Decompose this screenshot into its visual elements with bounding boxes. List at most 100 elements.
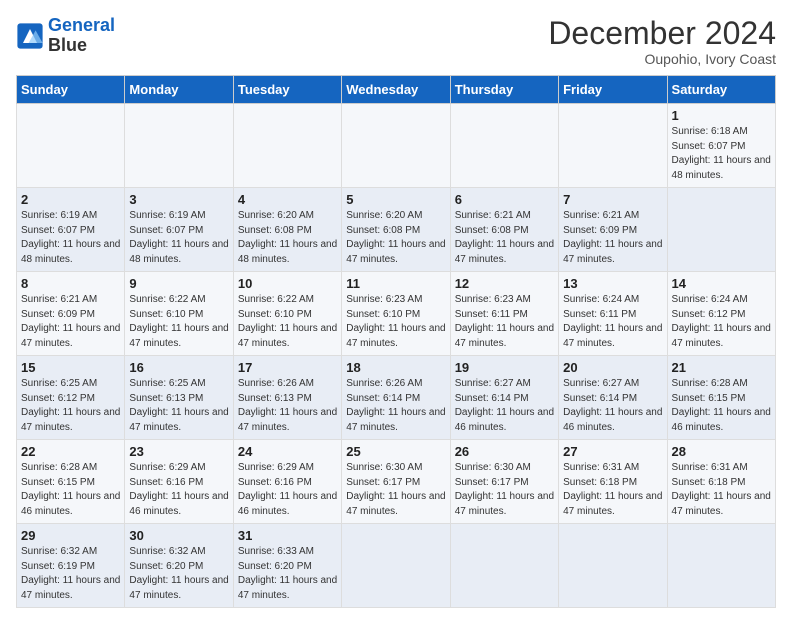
- calendar-day-cell: 24 Sunrise: 6:29 AMSunset: 6:16 PMDaylig…: [233, 440, 341, 524]
- day-detail: Sunrise: 6:25 AMSunset: 6:12 PMDaylight:…: [21, 377, 120, 435]
- logo-text: General Blue: [48, 16, 115, 56]
- day-number: 26: [455, 444, 554, 459]
- day-detail: Sunrise: 6:21 AMSunset: 6:08 PMDaylight:…: [455, 209, 554, 267]
- calendar-day-header: Tuesday: [233, 76, 341, 104]
- calendar-day-cell: [667, 524, 775, 608]
- day-detail: Sunrise: 6:23 AMSunset: 6:11 PMDaylight:…: [455, 293, 554, 351]
- day-detail: Sunrise: 6:32 AMSunset: 6:20 PMDaylight:…: [129, 545, 228, 603]
- day-detail: Sunrise: 6:32 AMSunset: 6:19 PMDaylight:…: [21, 545, 120, 603]
- day-detail: Sunrise: 6:27 AMSunset: 6:14 PMDaylight:…: [563, 377, 662, 435]
- calendar-day-cell: 30 Sunrise: 6:32 AMSunset: 6:20 PMDaylig…: [125, 524, 233, 608]
- day-number: 20: [563, 360, 662, 375]
- calendar-day-cell: 27 Sunrise: 6:31 AMSunset: 6:18 PMDaylig…: [559, 440, 667, 524]
- calendar-day-cell: 21 Sunrise: 6:28 AMSunset: 6:15 PMDaylig…: [667, 356, 775, 440]
- day-number: 2: [21, 192, 120, 207]
- calendar-day-cell: 13 Sunrise: 6:24 AMSunset: 6:11 PMDaylig…: [559, 272, 667, 356]
- calendar-day-cell: [342, 524, 450, 608]
- calendar-title: December 2024: [548, 16, 776, 51]
- calendar-empty-cell: [233, 104, 341, 188]
- day-detail: Sunrise: 6:29 AMSunset: 6:16 PMDaylight:…: [238, 461, 337, 519]
- day-detail: Sunrise: 6:30 AMSunset: 6:17 PMDaylight:…: [455, 461, 554, 519]
- day-detail: Sunrise: 6:24 AMSunset: 6:12 PMDaylight:…: [672, 293, 771, 351]
- calendar-day-cell: 19 Sunrise: 6:27 AMSunset: 6:14 PMDaylig…: [450, 356, 558, 440]
- title-block: December 2024 Oupohio, Ivory Coast: [548, 16, 776, 67]
- calendar-day-cell: 18 Sunrise: 6:26 AMSunset: 6:14 PMDaylig…: [342, 356, 450, 440]
- calendar-day-cell: 9 Sunrise: 6:22 AMSunset: 6:10 PMDayligh…: [125, 272, 233, 356]
- day-detail: Sunrise: 6:31 AMSunset: 6:18 PMDaylight:…: [563, 461, 662, 519]
- day-number: 30: [129, 528, 228, 543]
- calendar-day-cell: 10 Sunrise: 6:22 AMSunset: 6:10 PMDaylig…: [233, 272, 341, 356]
- calendar-week-row: 8 Sunrise: 6:21 AMSunset: 6:09 PMDayligh…: [17, 272, 776, 356]
- calendar-week-row: 22 Sunrise: 6:28 AMSunset: 6:15 PMDaylig…: [17, 440, 776, 524]
- day-detail: Sunrise: 6:23 AMSunset: 6:10 PMDaylight:…: [346, 293, 445, 351]
- day-detail: Sunrise: 6:24 AMSunset: 6:11 PMDaylight:…: [563, 293, 662, 351]
- calendar-day-cell: [667, 188, 775, 272]
- day-number: 12: [455, 276, 554, 291]
- calendar-empty-cell: [125, 104, 233, 188]
- calendar-empty-cell: [559, 104, 667, 188]
- day-detail: Sunrise: 6:33 AMSunset: 6:20 PMDaylight:…: [238, 545, 337, 603]
- day-detail: Sunrise: 6:22 AMSunset: 6:10 PMDaylight:…: [129, 293, 228, 351]
- day-number: 6: [455, 192, 554, 207]
- calendar-table: SundayMondayTuesdayWednesdayThursdayFrid…: [16, 75, 776, 608]
- calendar-day-cell: 17 Sunrise: 6:26 AMSunset: 6:13 PMDaylig…: [233, 356, 341, 440]
- calendar-week-row: 29 Sunrise: 6:32 AMSunset: 6:19 PMDaylig…: [17, 524, 776, 608]
- day-number: 10: [238, 276, 337, 291]
- day-number: 27: [563, 444, 662, 459]
- day-detail: Sunrise: 6:18 AMSunset: 6:07 PMDaylight:…: [672, 125, 771, 183]
- calendar-day-cell: 28 Sunrise: 6:31 AMSunset: 6:18 PMDaylig…: [667, 440, 775, 524]
- day-number: 4: [238, 192, 337, 207]
- day-number: 28: [672, 444, 771, 459]
- day-number: 14: [672, 276, 771, 291]
- day-number: 19: [455, 360, 554, 375]
- day-number: 13: [563, 276, 662, 291]
- day-number: 17: [238, 360, 337, 375]
- calendar-day-cell: 15 Sunrise: 6:25 AMSunset: 6:12 PMDaylig…: [17, 356, 125, 440]
- day-number: 5: [346, 192, 445, 207]
- day-number: 24: [238, 444, 337, 459]
- day-number: 29: [21, 528, 120, 543]
- calendar-empty-cell: [450, 104, 558, 188]
- calendar-day-cell: 29 Sunrise: 6:32 AMSunset: 6:19 PMDaylig…: [17, 524, 125, 608]
- page-header: General Blue December 2024 Oupohio, Ivor…: [16, 16, 776, 67]
- calendar-day-cell: 7 Sunrise: 6:21 AMSunset: 6:09 PMDayligh…: [559, 188, 667, 272]
- calendar-day-header: Friday: [559, 76, 667, 104]
- logo-icon: [16, 22, 44, 50]
- day-detail: Sunrise: 6:19 AMSunset: 6:07 PMDaylight:…: [129, 209, 228, 267]
- day-number: 18: [346, 360, 445, 375]
- calendar-day-cell: [450, 524, 558, 608]
- calendar-week-row: 1 Sunrise: 6:18 AMSunset: 6:07 PMDayligh…: [17, 104, 776, 188]
- calendar-week-row: 15 Sunrise: 6:25 AMSunset: 6:12 PMDaylig…: [17, 356, 776, 440]
- calendar-day-cell: 3 Sunrise: 6:19 AMSunset: 6:07 PMDayligh…: [125, 188, 233, 272]
- day-number: 7: [563, 192, 662, 207]
- day-detail: Sunrise: 6:29 AMSunset: 6:16 PMDaylight:…: [129, 461, 228, 519]
- day-number: 11: [346, 276, 445, 291]
- calendar-day-cell: 8 Sunrise: 6:21 AMSunset: 6:09 PMDayligh…: [17, 272, 125, 356]
- day-number: 8: [21, 276, 120, 291]
- calendar-empty-cell: [342, 104, 450, 188]
- day-detail: Sunrise: 6:31 AMSunset: 6:18 PMDaylight:…: [672, 461, 771, 519]
- day-number: 22: [21, 444, 120, 459]
- calendar-day-header: Wednesday: [342, 76, 450, 104]
- calendar-subtitle: Oupohio, Ivory Coast: [548, 51, 776, 67]
- calendar-day-cell: 2 Sunrise: 6:19 AMSunset: 6:07 PMDayligh…: [17, 188, 125, 272]
- day-number: 1: [672, 108, 771, 123]
- day-detail: Sunrise: 6:21 AMSunset: 6:09 PMDaylight:…: [21, 293, 120, 351]
- calendar-day-cell: 12 Sunrise: 6:23 AMSunset: 6:11 PMDaylig…: [450, 272, 558, 356]
- calendar-day-header: Sunday: [17, 76, 125, 104]
- day-number: 21: [672, 360, 771, 375]
- calendar-day-header: Saturday: [667, 76, 775, 104]
- day-number: 16: [129, 360, 228, 375]
- day-detail: Sunrise: 6:20 AMSunset: 6:08 PMDaylight:…: [238, 209, 337, 267]
- calendar-day-header: Thursday: [450, 76, 558, 104]
- day-detail: Sunrise: 6:25 AMSunset: 6:13 PMDaylight:…: [129, 377, 228, 435]
- day-detail: Sunrise: 6:27 AMSunset: 6:14 PMDaylight:…: [455, 377, 554, 435]
- calendar-day-cell: 11 Sunrise: 6:23 AMSunset: 6:10 PMDaylig…: [342, 272, 450, 356]
- calendar-day-cell: [559, 524, 667, 608]
- calendar-day-cell: 20 Sunrise: 6:27 AMSunset: 6:14 PMDaylig…: [559, 356, 667, 440]
- day-number: 25: [346, 444, 445, 459]
- calendar-empty-cell: [17, 104, 125, 188]
- calendar-day-cell: 16 Sunrise: 6:25 AMSunset: 6:13 PMDaylig…: [125, 356, 233, 440]
- logo-line2: Blue: [48, 36, 115, 56]
- day-detail: Sunrise: 6:22 AMSunset: 6:10 PMDaylight:…: [238, 293, 337, 351]
